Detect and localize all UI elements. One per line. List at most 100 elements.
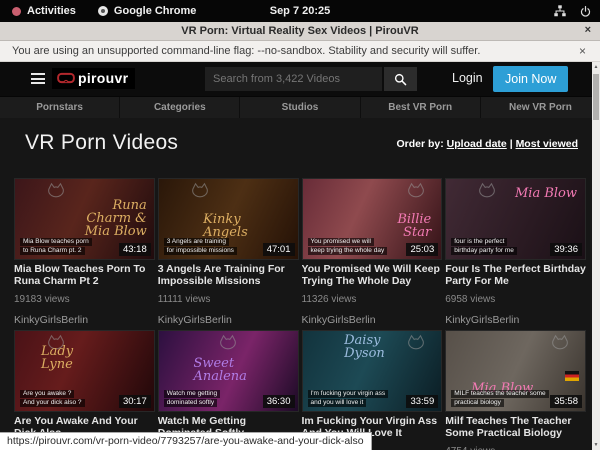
thumbnail-caption: Watch me getting: [164, 390, 220, 398]
thumbnail-caption: four is the perfect: [451, 238, 507, 246]
studio-link[interactable]: KinkyGirlsBerlin: [14, 314, 155, 326]
duration-badge: 47:01: [263, 243, 295, 256]
nav-item-best-vr[interactable]: Best VR Porn: [360, 97, 480, 118]
video-card[interactable]: Billie Star You promised we will keep tr…: [302, 178, 443, 330]
recording-indicator-icon: [12, 7, 21, 16]
nav-item-categories[interactable]: Categories: [119, 97, 239, 118]
view-count: 6958 views: [445, 294, 586, 305]
video-thumbnail[interactable]: Kinky Angels 3 Angels are training for i…: [158, 178, 299, 260]
site-logo[interactable]: pirouvr: [52, 68, 135, 89]
network-icon[interactable]: [553, 4, 567, 18]
thumbnail-caption: dominated softly: [164, 399, 217, 407]
thumbnail-captions: 3 Angels are training for impossible mis…: [164, 237, 237, 255]
order-link-upload-date[interactable]: Upload date: [447, 138, 507, 150]
video-thumbnail[interactable]: Billie Star You promised we will keep tr…: [302, 178, 443, 260]
order-by: Order by: Upload date | Most viewed: [396, 138, 578, 150]
video-thumbnail[interactable]: Mia Blow MILF teaches the teacher some p…: [445, 330, 586, 412]
thumbnail-caption: I'm fucking your virgin ass: [308, 390, 389, 398]
power-icon[interactable]: [579, 5, 592, 18]
scrollbar[interactable]: ▲ ▼: [592, 62, 600, 450]
activities-button[interactable]: Activities: [12, 5, 76, 17]
video-grid: Runa Charm & Mia Blow Mia Blow teaches p…: [14, 178, 586, 450]
thumbnail-captions: You promised we will keep trying the who…: [308, 237, 388, 255]
thumbnail-caption: practical biology: [451, 399, 504, 407]
window-close-icon[interactable]: ×: [585, 24, 591, 36]
window-title: VR Porn: Virtual Reality Sex Videos | Pi…: [0, 25, 600, 37]
app-label: Google Chrome: [114, 5, 197, 17]
thumbnail-overlay-title: Kinky Angels: [203, 213, 265, 239]
studio-link[interactable]: KinkyGirlsBerlin: [302, 314, 443, 326]
clock[interactable]: Sep 7 20:25: [270, 5, 331, 17]
video-card[interactable]: Kinky Angels 3 Angels are training for i…: [158, 178, 299, 330]
vr-goggles-icon: [57, 72, 75, 84]
video-card[interactable]: Mia Blow MILF teaches the teacher some p…: [445, 330, 586, 450]
view-count: 4754 views: [445, 446, 586, 450]
duration-badge: 43:18: [119, 243, 151, 256]
nav-item-new-vr[interactable]: New VR Porn: [480, 97, 600, 118]
app-indicator[interactable]: Google Chrome: [98, 5, 197, 17]
status-url-tooltip: https://pirouvr.com/vr-porn-video/779325…: [0, 432, 372, 450]
video-thumbnail[interactable]: Daisy Dyson I'm fucking your virgin ass …: [302, 330, 443, 412]
video-thumbnail[interactable]: Lady Lyne Are you awake ? And your dick …: [14, 330, 155, 412]
thumbnail-overlay-title: Mia Blow: [515, 187, 577, 200]
join-now-button[interactable]: Join Now: [493, 66, 568, 92]
thumbnail-caption: keep trying the whole day: [308, 247, 388, 255]
thumbnail-caption: You promised we will: [308, 238, 374, 246]
thumbnail-captions: I'm fucking your virgin ass and you will…: [308, 389, 389, 407]
studio-watermark-icon: [549, 334, 571, 352]
view-count: 19183 views: [14, 294, 155, 305]
scrollbar-down-icon[interactable]: ▼: [592, 440, 600, 450]
menu-hamburger-icon[interactable]: [31, 73, 45, 84]
screen: Activities Google Chrome Sep 7 20:25 VR …: [0, 0, 600, 450]
video-title-link[interactable]: Milf Teaches The Teacher Some Practical …: [445, 416, 586, 439]
thumbnail-overlay-title: Sweet Analena: [193, 357, 269, 383]
duration-badge: 25:03: [406, 243, 438, 256]
thumbnail-caption: And your dick also ?: [20, 399, 85, 407]
thumbnail-caption: 3 Angels are training: [164, 238, 229, 246]
duration-badge: 35:58: [550, 395, 582, 408]
page-heading-row: VR Porn Videos Order by: Upload date | M…: [0, 118, 600, 176]
video-card[interactable]: Runa Charm & Mia Blow Mia Blow teaches p…: [14, 178, 155, 330]
warning-bar: You are using an unsupported command-lin…: [0, 41, 600, 62]
video-title-link[interactable]: Four Is The Perfect Birthday Party For M…: [445, 264, 586, 287]
site-header: pirouvr Login Join Now: [0, 62, 600, 96]
studio-link[interactable]: KinkyGirlsBerlin: [158, 314, 299, 326]
thumbnail-captions: Watch me getting dominated softly: [164, 389, 220, 407]
nav-item-pornstars[interactable]: Pornstars: [0, 97, 119, 118]
scrollbar-up-icon[interactable]: ▲: [592, 62, 600, 72]
video-title-link[interactable]: 3 Angels Are Training For Impossible Mis…: [158, 264, 299, 287]
video-title-link[interactable]: Mia Blow Teaches Porn To Runa Charm Pt 2: [14, 264, 155, 287]
thumbnail-caption: birthday party for me: [451, 247, 517, 255]
order-link-most-viewed[interactable]: Most viewed: [516, 138, 578, 150]
thumbnail-caption: MILF teaches the teacher some: [451, 390, 548, 398]
thumbnail-overlay-title: Lady Lyne: [41, 345, 99, 371]
thumbnail-overlay-title: Billie Star: [369, 213, 431, 239]
duration-badge: 39:36: [550, 243, 582, 256]
scrollbar-thumb[interactable]: [593, 74, 599, 120]
studio-watermark-icon: [189, 182, 211, 200]
search-input[interactable]: [205, 67, 382, 91]
order-by-label: Order by:: [396, 138, 443, 150]
search-button[interactable]: [384, 67, 417, 91]
video-thumbnail[interactable]: Mia Blow four is the perfect birthday pa…: [445, 178, 586, 260]
duration-badge: 36:30: [263, 395, 295, 408]
studio-watermark-icon: [45, 182, 67, 200]
video-title-link[interactable]: You Promised We Will Keep Trying The Who…: [302, 264, 443, 287]
video-thumbnail[interactable]: Runa Charm & Mia Blow Mia Blow teaches p…: [14, 178, 155, 260]
nav-item-studios[interactable]: Studios: [239, 97, 359, 118]
studio-link[interactable]: KinkyGirlsBerlin: [445, 314, 586, 326]
chrome-icon: [98, 6, 108, 16]
activities-label: Activities: [27, 5, 76, 17]
video-card[interactable]: Mia Blow four is the perfect birthday pa…: [445, 178, 586, 330]
login-link[interactable]: Login: [452, 71, 483, 85]
thumbnail-caption: Mia Blow teaches porn: [20, 238, 92, 246]
thumbnail-caption: Are you awake ?: [20, 390, 74, 398]
thumbnail-overlay-title: Runa Charm & Mia Blow: [66, 199, 146, 238]
video-thumbnail[interactable]: Sweet Analena Watch me getting dominated…: [158, 330, 299, 412]
window-title-bar: VR Porn: Virtual Reality Sex Videos | Pi…: [0, 22, 600, 41]
thumbnail-overlay-title: Daisy Dyson: [344, 334, 416, 360]
german-flag-icon: [565, 371, 579, 381]
system-top-bar: Activities Google Chrome Sep 7 20:25: [0, 0, 600, 22]
thumbnail-caption: and you will love it: [308, 399, 367, 407]
warning-close-icon[interactable]: ×: [579, 44, 586, 58]
